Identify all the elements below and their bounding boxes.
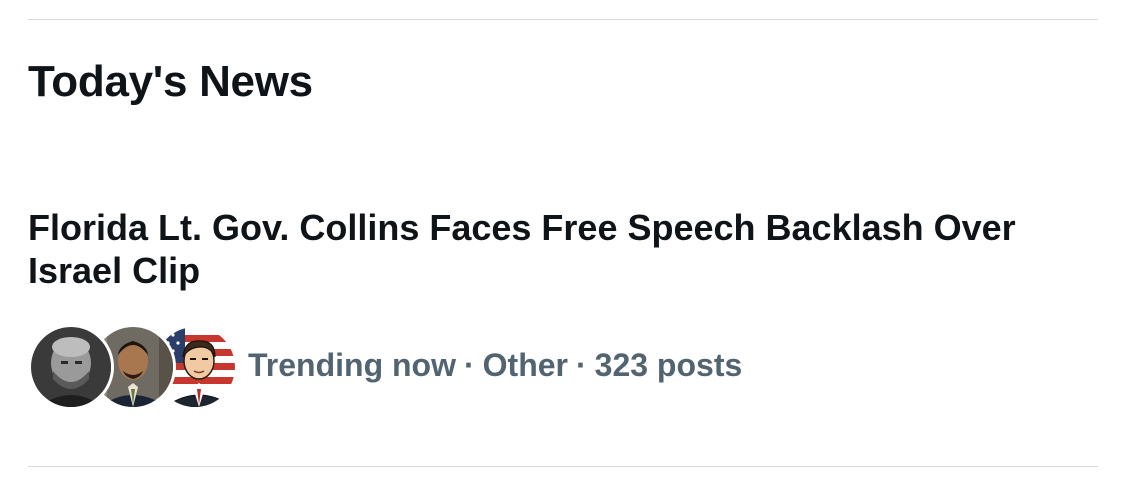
news-story-item[interactable]: Florida Lt. Gov. Collins Faces Free Spee…	[28, 206, 1078, 292]
top-divider	[28, 19, 1098, 20]
person-photo-grayscale-avatar	[28, 324, 114, 410]
meta-separator: ·	[575, 346, 587, 383]
story-meta-row: Trending now · Other · 323 posts	[28, 322, 742, 410]
story-meta-text: Trending now · Other · 323 posts	[248, 347, 742, 384]
post-count: 323 posts	[594, 346, 743, 383]
trending-status: Trending now	[248, 346, 456, 383]
meta-separator: ·	[463, 346, 475, 383]
story-headline[interactable]: Florida Lt. Gov. Collins Faces Free Spee…	[28, 206, 1078, 292]
avatar-stack[interactable]	[28, 322, 238, 410]
bottom-divider	[28, 466, 1098, 467]
section-title: Today's News	[28, 57, 313, 106]
story-category: Other	[482, 346, 568, 383]
